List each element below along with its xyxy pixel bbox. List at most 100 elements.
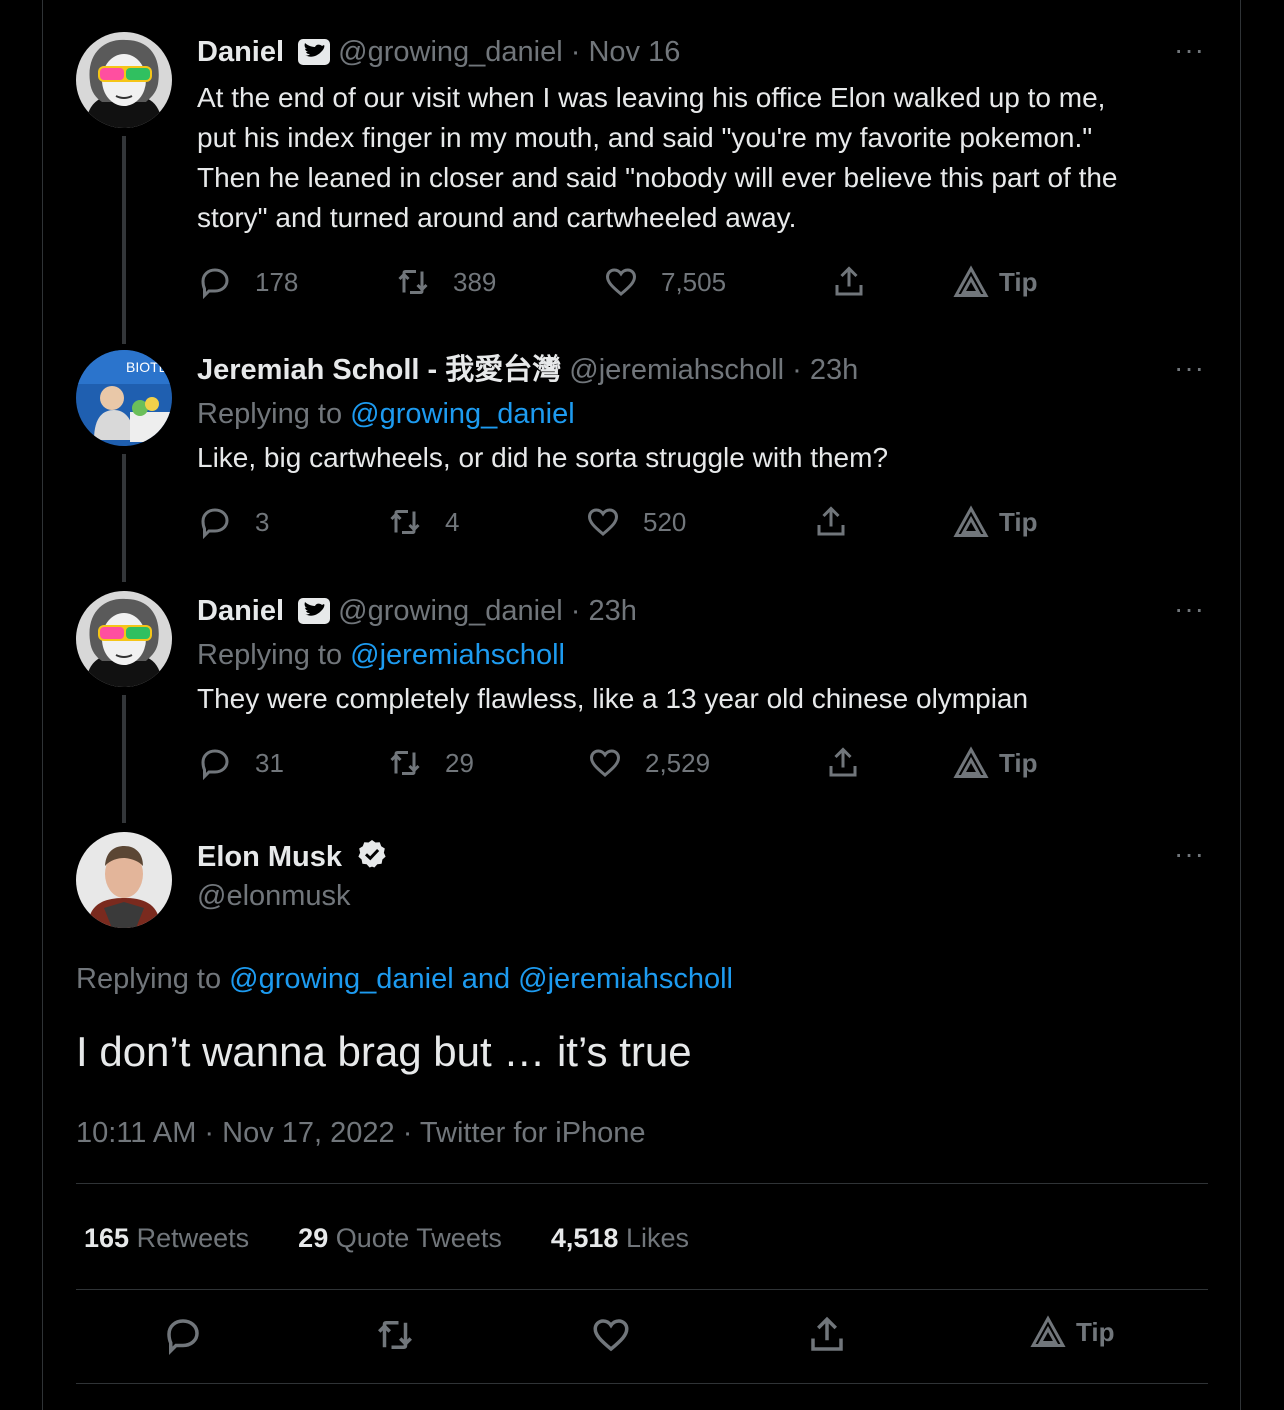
timestamp[interactable]: · 23h xyxy=(792,354,858,386)
tip-button[interactable]: Tip xyxy=(953,504,1038,540)
display-name[interactable]: Daniel xyxy=(197,595,284,627)
retweet-button[interactable]: 29 xyxy=(387,745,474,781)
like-count: 2,529 xyxy=(645,747,711,778)
thread-tweet[interactable]: BIOTE Jeremiah Scholl - 我愛台灣 @jeremiahsc… xyxy=(76,348,1208,588)
like-button[interactable]: 2,529 xyxy=(587,745,710,781)
tweet-text-line: story" and turned around and cartwheeled… xyxy=(197,202,797,233)
likes-stat[interactable]: 4,518 Likes xyxy=(551,1223,689,1253)
quotes-stat[interactable]: 29 Quote Tweets xyxy=(298,1223,502,1253)
reply-button[interactable]: 178 xyxy=(197,264,298,300)
share-icon xyxy=(835,266,863,296)
share-icon xyxy=(811,1316,843,1351)
share-button[interactable] xyxy=(813,504,849,540)
reply-button[interactable] xyxy=(162,1314,204,1356)
timestamp[interactable]: · 23h xyxy=(571,595,637,627)
avatar-daniel[interactable] xyxy=(76,32,172,128)
handle[interactable]: @jeremiahscholl xyxy=(569,354,784,386)
like-button[interactable]: 520 xyxy=(585,504,686,540)
retweet-button[interactable] xyxy=(374,1314,416,1356)
tweet-text: They were completely flawless, like a 13… xyxy=(197,679,1197,719)
tip-icon xyxy=(1030,1315,1066,1347)
like-count: 520 xyxy=(643,506,687,537)
tip-icon xyxy=(953,265,989,297)
replying-to: Replying to @jeremiahscholl xyxy=(197,635,1197,675)
avatar-elon[interactable] xyxy=(76,832,172,928)
engagement-stats: 165 Retweets 29 Quote Tweets 4,518 Likes xyxy=(84,1219,689,1257)
like-button[interactable]: 7,505 xyxy=(603,264,726,300)
retweets-stat[interactable]: 165 Retweets xyxy=(84,1223,249,1253)
retweet-button[interactable]: 4 xyxy=(387,504,459,540)
tweet-actions: 31 29 2,529 Tip xyxy=(197,745,1097,785)
tweet-text-line: Then he leaned in closer and said "nobod… xyxy=(197,162,1118,193)
retweets-count: 165 xyxy=(84,1223,130,1253)
replying-to-label: Replying to xyxy=(197,398,343,430)
tip-label: Tip xyxy=(1076,1316,1115,1347)
reply-count: 3 xyxy=(255,506,270,537)
tweet-meta[interactable]: 10:11 AM · Nov 17, 2022 · Twitter for iP… xyxy=(76,1114,646,1152)
mention-link[interactable]: @jeremiahscholl xyxy=(350,639,565,671)
reply-icon xyxy=(201,749,229,781)
tip-label: Tip xyxy=(999,747,1038,778)
likes-count: 4,518 xyxy=(550,1223,619,1253)
column-border-right xyxy=(1240,0,1241,1410)
share-button[interactable] xyxy=(806,1314,848,1356)
display-name[interactable]: Jeremiah Scholl - 我愛台灣 xyxy=(197,354,561,386)
replying-to-label: Replying to xyxy=(76,963,222,995)
like-button[interactable] xyxy=(590,1314,632,1356)
thread-tweet[interactable]: Daniel @growing_daniel · 23h ··· Replyin… xyxy=(76,589,1208,829)
reply-icon xyxy=(201,268,229,300)
reply-count: 178 xyxy=(255,266,299,297)
svg-text:BIOTE: BIOTE xyxy=(126,359,168,375)
retweet-button[interactable]: 389 xyxy=(395,264,496,300)
avatar-jeremiah[interactable]: BIOTE xyxy=(76,350,172,446)
retweet-count: 29 xyxy=(445,747,474,778)
thread-connector xyxy=(122,454,126,582)
handle[interactable]: @growing_daniel xyxy=(338,595,563,627)
more-icon[interactable]: ··· xyxy=(1174,352,1205,384)
more-icon[interactable]: ··· xyxy=(1174,838,1205,870)
retweet-icon xyxy=(398,270,428,294)
bot-label-icon xyxy=(298,597,331,633)
replying-to: Replying to @growing_daniel xyxy=(197,394,1197,434)
tweet-text-line: put his index finger in my mouth, and sa… xyxy=(197,122,1093,153)
divider xyxy=(76,1383,1208,1384)
reply-count: 31 xyxy=(255,747,284,778)
tip-button[interactable]: Tip xyxy=(1030,1314,1115,1350)
tweet-actions: 178 389 7,505 Tip xyxy=(197,264,1097,304)
thread-tweet[interactable]: Daniel @growing_daniel · Nov 16 ··· At t… xyxy=(76,30,1208,344)
handle[interactable]: @growing_daniel xyxy=(338,36,563,68)
like-icon xyxy=(605,268,637,296)
quotes-count: 29 xyxy=(298,1223,329,1253)
like-icon xyxy=(587,508,619,536)
like-count: 7,505 xyxy=(661,266,727,297)
mention-link[interactable]: @growing_daniel and @jeremiahscholl xyxy=(229,963,733,995)
tweet-header: Daniel @growing_daniel · Nov 16 xyxy=(197,34,680,74)
replying-to: Replying to @growing_daniel and @jeremia… xyxy=(76,960,733,998)
retweet-icon xyxy=(378,1321,412,1349)
tip-icon xyxy=(953,746,989,778)
reply-button[interactable]: 3 xyxy=(197,504,269,540)
display-name[interactable]: Elon Musk xyxy=(197,841,342,873)
tweet-header: Jeremiah Scholl - 我愛台灣 @jeremiahscholl ·… xyxy=(197,352,858,388)
tip-label: Tip xyxy=(999,506,1038,537)
tip-label: Tip xyxy=(999,266,1038,297)
tip-button[interactable]: Tip xyxy=(953,745,1038,781)
replying-to-label: Replying to xyxy=(197,639,343,671)
more-icon[interactable]: ··· xyxy=(1174,593,1205,625)
handle[interactable]: @elonmusk xyxy=(197,878,351,914)
share-icon xyxy=(817,506,845,536)
main-tweet-actions: Tip xyxy=(76,1314,1208,1364)
tip-button[interactable]: Tip xyxy=(953,264,1038,300)
bot-label-icon xyxy=(298,38,331,74)
display-name[interactable]: Daniel xyxy=(197,36,284,68)
reply-icon xyxy=(201,508,229,540)
share-button[interactable] xyxy=(825,745,861,781)
share-icon xyxy=(829,747,857,777)
more-icon[interactable]: ··· xyxy=(1174,34,1205,66)
verified-badge-icon xyxy=(356,838,388,879)
avatar-daniel[interactable] xyxy=(76,591,172,687)
share-button[interactable] xyxy=(831,264,867,300)
timestamp[interactable]: · Nov 16 xyxy=(571,36,681,68)
mention-link[interactable]: @growing_daniel xyxy=(350,398,575,430)
reply-button[interactable]: 31 xyxy=(197,745,284,781)
